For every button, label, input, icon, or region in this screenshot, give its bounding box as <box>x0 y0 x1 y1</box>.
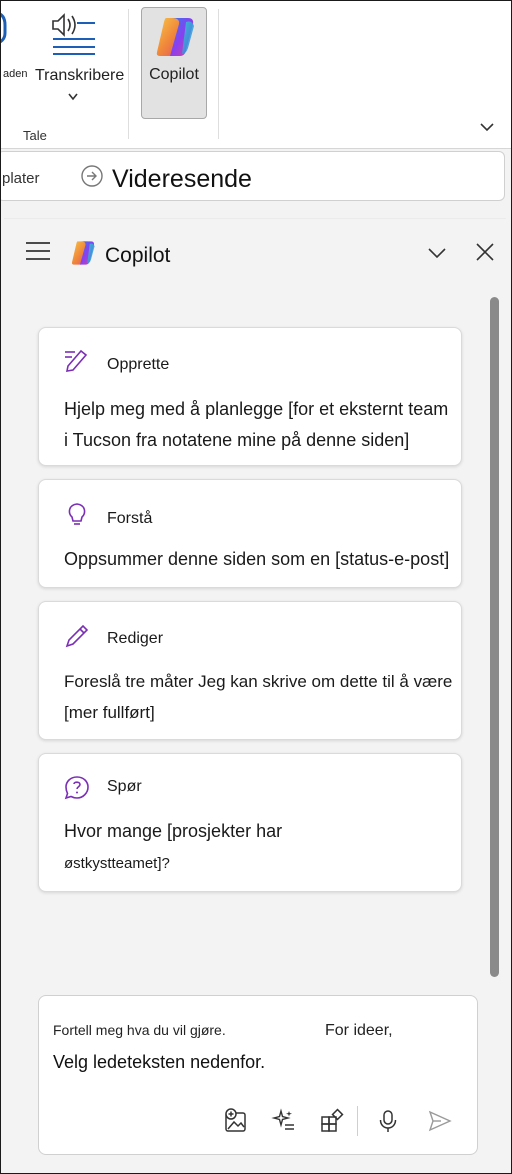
card-title: Forstå <box>107 510 153 527</box>
pen-create-icon <box>65 349 88 372</box>
add-image-icon[interactable] <box>223 1108 249 1134</box>
card-text: Hjelp meg med å planlegge [for et ekster… <box>64 399 449 450</box>
prompt-card-edit[interactable]: Rediger Foreslå tre måter Jeg kan skrive… <box>38 601 462 740</box>
close-icon[interactable] <box>475 242 495 262</box>
microphone-icon[interactable] <box>375 1108 401 1134</box>
input-toolbar-divider <box>357 1106 358 1136</box>
ribbon: aden Transkribere Tale Copilot <box>1 1 511 149</box>
transcribe-label: Transkribere <box>35 67 125 84</box>
chevron-down-icon[interactable] <box>427 246 447 260</box>
prompt-card-ask[interactable]: Spør Hvor mange [prosjekter har østkystt… <box>38 753 462 892</box>
copilot-logo-icon <box>71 241 95 265</box>
input-hint-left: Fortell meg hva du vil gjøre. <box>53 1022 226 1038</box>
pencil-icon <box>65 624 89 648</box>
forward-icon <box>81 165 103 187</box>
card-title: Spør <box>107 778 142 795</box>
input-main-text[interactable]: Velg ledeteksten nedenfor. <box>53 1052 265 1073</box>
copilot-logo-icon <box>156 18 194 56</box>
copilot-ribbon-label: Copilot <box>149 66 199 83</box>
card-text: Foreslå tre måter Jeg kan skrive om dett… <box>64 672 453 722</box>
app-window: aden Transkribere Tale Copilot plater Vi… <box>0 0 512 1174</box>
card-text: Oppsummer denne siden som en [status-e-p… <box>64 549 450 569</box>
card-text-line1: Hvor mange [prosjekter har <box>64 821 283 841</box>
chevron-down-icon[interactable] <box>66 91 80 103</box>
prompt-input-box[interactable]: Fortell meg hva du vil gjøre. For ideer,… <box>38 995 478 1155</box>
quick-toolbar: plater Videresende <box>1 151 505 201</box>
send-icon[interactable] <box>427 1108 453 1134</box>
prompt-card-create[interactable]: Opprette Hjelp meg med å planlegge [for … <box>38 327 462 466</box>
prompt-card-understand[interactable]: Forstå Oppsummer denne siden som en [sta… <box>38 479 462 588</box>
apps-grid-icon[interactable] <box>319 1108 345 1134</box>
forward-button[interactable]: Videresende <box>112 165 252 194</box>
sparkle-prompt-icon[interactable] <box>271 1108 297 1134</box>
card-text-line2: østkystteamet]? <box>64 855 170 872</box>
input-hint-right: For ideer, <box>325 1022 393 1039</box>
dictate-mic-icon[interactable] <box>0 9 11 49</box>
pane-title: Copilot <box>105 244 171 267</box>
group-label-speech: Tale <box>23 128 47 143</box>
question-bubble-icon <box>64 776 89 800</box>
card-title: Rediger <box>107 630 164 647</box>
menu-icon[interactable] <box>25 241 51 261</box>
templates-button[interactable]: plater <box>2 170 40 187</box>
card-title: Opprette <box>107 356 170 373</box>
scrollbar-thumb[interactable] <box>490 297 499 977</box>
transcribe-icon <box>52 13 95 55</box>
dictate-label: aden <box>3 68 28 80</box>
ribbon-expand-chevron-icon[interactable] <box>479 121 495 133</box>
ribbon-divider <box>218 9 219 139</box>
lightbulb-icon <box>68 503 86 525</box>
ribbon-divider <box>128 9 129 139</box>
copilot-ribbon-button[interactable]: Copilot <box>141 7 207 119</box>
